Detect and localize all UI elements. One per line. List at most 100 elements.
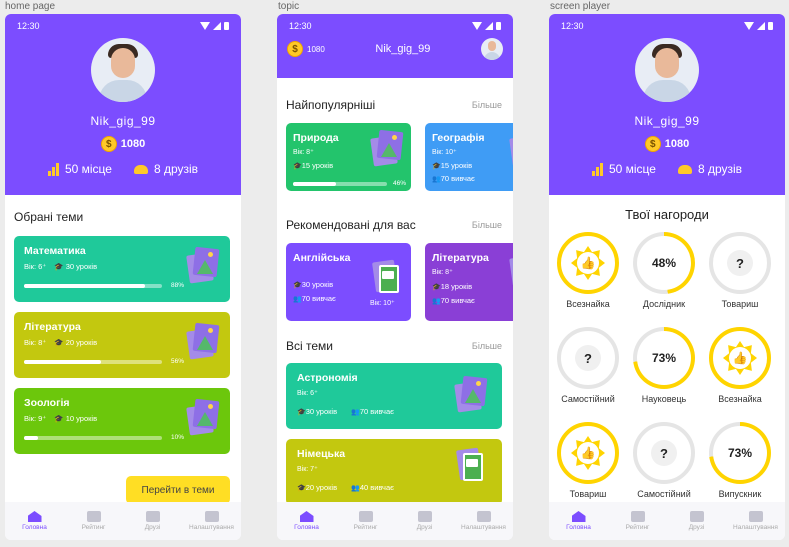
reward-ring[interactable]: ? — [633, 422, 695, 484]
card-learners: 👥70 вивчає — [432, 174, 475, 183]
card-learners: 👥70 вивчає — [432, 296, 475, 305]
nav-home[interactable]: Головна — [282, 511, 332, 531]
status-time: 12:30 — [561, 21, 584, 31]
more-link[interactable]: Більше — [472, 341, 502, 351]
people-icon: 👥 — [351, 409, 360, 416]
locked-reward-icon: ? — [651, 440, 677, 466]
section-header: Всі теми Більше — [286, 339, 502, 353]
nav-friends[interactable]: Друзі — [672, 511, 722, 531]
topic-header: 12:30 $1080 Nik_gig_99 — [277, 14, 513, 78]
friends-stat[interactable]: 8 друзів — [677, 162, 742, 176]
card-lessons: 🎓 30 уроків — [54, 262, 97, 271]
reward-label: Товариш — [721, 299, 759, 309]
nav-friends-label: Друзі — [688, 524, 705, 531]
topic-card[interactable]: Література Вік: 8⁺ 🎓18 уроків 👥70 вивчає — [425, 243, 513, 321]
nav-home-label: Головна — [22, 524, 47, 531]
card-lessons: 🎓15 уроків — [293, 161, 333, 170]
nav-settings-label: Налаштування — [733, 524, 778, 531]
card-lessons: 🎓20 уроків — [297, 483, 337, 492]
reward-ring[interactable]: 73% — [709, 422, 771, 484]
coin-icon: $ — [287, 41, 303, 57]
nav-settings[interactable]: Налаштування — [731, 511, 781, 531]
nav-friends[interactable]: Друзі — [400, 511, 450, 531]
more-link[interactable]: Більше — [472, 100, 502, 110]
card-lessons-text: 30 уроків — [65, 262, 98, 271]
nav-rating-label: Рейтинг — [353, 524, 378, 531]
card-lessons: 🎓30 уроків — [293, 280, 333, 289]
status-time: 12:30 — [289, 21, 312, 31]
section-title: Всі теми — [286, 339, 333, 353]
more-link[interactable]: Більше — [472, 220, 502, 230]
reward-ring[interactable]: 👍 — [557, 422, 619, 484]
book-icon — [456, 447, 484, 481]
go-to-topics-button[interactable]: Перейти в теми — [126, 476, 230, 504]
reward-label: Дослідник — [642, 299, 686, 309]
reward-ring-inner: 48% — [637, 236, 691, 290]
nav-settings[interactable]: Налаштування — [187, 511, 237, 531]
topic-card[interactable]: Англійська 🎓30 уроків 👥70 вивчає Вік: 10⁺ — [286, 243, 411, 321]
thumbs-up-icon: 👍 — [729, 347, 751, 369]
people-icon: 👥 — [432, 176, 441, 183]
settings-icon — [204, 511, 219, 522]
reward-ring[interactable]: 73% — [633, 327, 695, 389]
username: Nik_gig_99 — [634, 114, 700, 128]
friends-icon — [145, 511, 160, 522]
progress-percent: 88% — [171, 282, 185, 289]
battery-icon — [224, 22, 229, 30]
progress-fill — [24, 436, 38, 440]
topic-card[interactable]: Астрономія Вік: 6⁺ 🎓30 уроків 👥70 вивчає — [286, 363, 502, 429]
card-lessons-text: 15 уроків — [440, 161, 473, 170]
nav-rating[interactable]: Рейтинг — [69, 511, 119, 531]
nav-friends[interactable]: Друзі — [128, 511, 178, 531]
card-lessons-text: 20 уроків — [305, 483, 338, 492]
coin-icon: $ — [644, 136, 661, 152]
coin-value: 1080 — [664, 138, 690, 150]
nav-settings[interactable]: Налаштування — [459, 511, 509, 531]
nav-rating-label: Рейтинг — [625, 524, 650, 531]
progress-bar — [293, 182, 387, 186]
topic-card[interactable]: Література Вік: 8⁺ 🎓 20 уроків 56% — [14, 312, 230, 378]
nav-rating[interactable]: Рейтинг — [613, 511, 663, 531]
card-age: Вік: 10⁺ — [432, 149, 457, 156]
rank-stat[interactable]: 50 місце — [47, 162, 112, 176]
friends-stat[interactable]: 8 друзів — [133, 162, 198, 176]
bottom-nav: Головна Рейтинг Друзі Налаштування — [549, 502, 785, 540]
rank-stat[interactable]: 50 місце — [591, 162, 656, 176]
section-title: Рекомендовані для вас — [286, 218, 416, 232]
reward-ring[interactable]: ? — [557, 327, 619, 389]
topic-card[interactable]: Географія Вік: 10⁺ 🎓15 уроків 👥70 вивчає — [425, 123, 513, 191]
home-icon — [299, 511, 314, 522]
user-stats: 50 місце 8 друзів — [5, 162, 241, 176]
people-icon: 👥 — [432, 298, 441, 305]
progress-percent: 56% — [171, 358, 185, 365]
rewards-title: Твої нагороди — [625, 207, 709, 222]
card-age: Вік: 9⁺ — [24, 414, 47, 423]
wifi-icon — [744, 22, 754, 30]
ranking-icon — [630, 511, 645, 522]
topic-card[interactable]: Німецька Вік: 7⁺ 🎓20 уроків 👥40 вивчає — [286, 439, 502, 505]
battery-icon — [496, 22, 501, 30]
nav-friends-label: Друзі — [416, 524, 433, 531]
profile-header: 12:30 Nik_gig_99 $1080 50 місце 8 друзів — [549, 14, 785, 195]
nav-home[interactable]: Головна — [10, 511, 60, 531]
reward-ring[interactable]: 👍 — [709, 327, 771, 389]
avatar[interactable] — [481, 38, 503, 60]
topic-card[interactable]: Математика Вік: 6⁺ 🎓 30 уроків 88% — [14, 236, 230, 302]
reward-ring-inner: 73% — [637, 331, 691, 385]
reward-label: Самостійний — [637, 489, 691, 499]
reward-label: Випускник — [718, 489, 762, 499]
avatar[interactable] — [91, 38, 155, 102]
signal-icon — [485, 22, 493, 30]
frame-label-player: screen player — [550, 1, 611, 12]
avatar[interactable] — [635, 38, 699, 102]
nav-rating[interactable]: Рейтинг — [341, 511, 391, 531]
topic-card[interactable]: Зоологія Вік: 9⁺ 🎓 10 уроків 10% — [14, 388, 230, 454]
nav-home[interactable]: Головна — [554, 511, 604, 531]
reward-ring[interactable]: 👍 — [557, 232, 619, 294]
topic-card[interactable]: Природа Вік: 8⁺ 🎓15 уроків 46% — [286, 123, 411, 191]
section-title: Найпопулярніші — [286, 98, 376, 112]
coin-value: 1080 — [307, 44, 325, 54]
reward-ring[interactable]: ? — [709, 232, 771, 294]
reward-ring[interactable]: 48% — [633, 232, 695, 294]
user-stats: 50 місце 8 друзів — [549, 162, 785, 176]
